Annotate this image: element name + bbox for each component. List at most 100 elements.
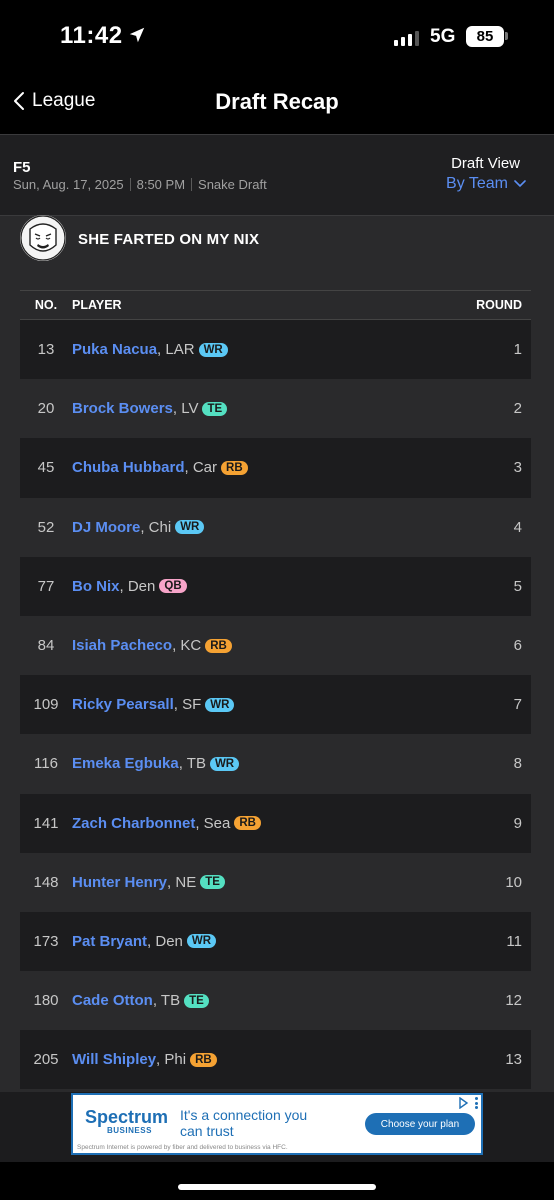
back-button[interactable]: League	[12, 90, 95, 112]
table-row[interactable]: 148 Hunter Henry, NE TE 10	[20, 852, 531, 912]
player-name-link[interactable]: DJ Moore	[72, 519, 140, 536]
draft-recap-panel: SHE FARTED ON MY NIX NO. PLAYER ROUND 13…	[0, 215, 554, 1092]
player-name-link[interactable]: Brock Bowers	[72, 400, 173, 417]
player-name-link[interactable]: Cade Otton	[72, 992, 153, 1009]
player-team: , LAR	[157, 341, 195, 359]
ad-footnote: Spectrum Internet is powered by fiber an…	[77, 1144, 288, 1151]
round-number: 4	[513, 518, 522, 536]
player-cell: Chuba Hubbard, Car RB	[72, 459, 461, 476]
pick-number: 205	[33, 1051, 59, 1069]
table-row[interactable]: 84 Isiah Pacheco, KC RB 6	[20, 615, 531, 676]
round-number: 7	[513, 696, 522, 714]
player-team: , KC	[172, 637, 202, 655]
team-name: SHE FARTED ON MY NIX	[78, 230, 260, 248]
chevron-left-icon	[14, 92, 24, 110]
table-header: NO. PLAYER ROUND	[20, 290, 531, 320]
table-row[interactable]: 52 DJ Moore, Chi WR 4	[20, 497, 531, 557]
location-arrow-icon	[129, 27, 145, 43]
back-label: League	[32, 90, 96, 111]
player-name-link[interactable]: Emeka Egbuka	[72, 755, 179, 772]
round-number: 11	[506, 932, 522, 950]
position-badge: RB	[221, 460, 248, 475]
round-number: 3	[513, 459, 522, 477]
header-player: PLAYER	[72, 298, 122, 312]
divider	[129, 178, 131, 191]
round-number: 6	[513, 637, 522, 655]
player-cell: Hunter Henry, NE TE	[72, 874, 461, 891]
pick-number: 180	[33, 992, 59, 1010]
round-number: 5	[513, 577, 522, 595]
player-team: , Den	[119, 577, 156, 595]
player-name-link[interactable]: Isiah Pacheco	[72, 637, 172, 654]
player-name-link[interactable]: Puka Nacua	[72, 341, 157, 358]
status-time: 11:42	[60, 22, 123, 49]
round-number: 2	[513, 400, 522, 418]
player-name-link[interactable]: Chuba Hubbard	[72, 459, 185, 476]
chevron-down-icon	[514, 180, 526, 188]
player-name-link[interactable]: Bo Nix	[72, 578, 120, 595]
ad-banner[interactable]: Spectrum BUSINESS It's a connection you …	[71, 1093, 483, 1155]
player-cell: Cade Otton, TB TE	[72, 992, 461, 1009]
draft-meta: Sun, Aug. 17, 2025 8:50 PM Snake Draft	[13, 177, 267, 192]
table-row[interactable]: 77 Bo Nix, Den QB 5	[20, 556, 531, 616]
player-name-link[interactable]: Will Shipley	[72, 1051, 156, 1068]
draft-view-dropdown[interactable]: By Team	[446, 175, 526, 193]
signal-icon	[394, 30, 419, 46]
home-indicator[interactable]	[178, 1184, 376, 1190]
position-badge: WR	[175, 520, 205, 535]
player-cell: Isiah Pacheco, KC RB	[72, 637, 461, 654]
position-badge: RB	[234, 816, 261, 831]
table-row[interactable]: 109 Ricky Pearsall, SF WR 7	[20, 675, 531, 735]
table-body: 13 Puka Nacua, LAR WR 1 20 Brock Bowers, LV TE…	[20, 320, 531, 1090]
player-team: , LV	[172, 400, 199, 418]
draft-view-label: Draft View	[451, 155, 520, 172]
player-name-link[interactable]: Zach Charbonnet	[72, 815, 195, 832]
player-cell: Pat Bryant, Den WR	[72, 933, 461, 950]
pick-number: 84	[37, 637, 55, 655]
player-name-link[interactable]: Ricky Pearsall	[72, 696, 174, 713]
table-row[interactable]: 173 Pat Bryant, Den WR 11	[20, 911, 531, 972]
ad-menu-icon[interactable]	[475, 1097, 479, 1109]
player-cell: DJ Moore, Chi WR	[72, 519, 461, 536]
player-name-link[interactable]: Pat Bryant	[72, 933, 147, 950]
player-cell: Puka Nacua, LAR WR	[72, 341, 461, 358]
table-row[interactable]: 13 Puka Nacua, LAR WR 1	[20, 320, 531, 380]
draft-type: Snake Draft	[198, 177, 267, 192]
table-row[interactable]: 205 Will Shipley, Phi RB 13	[20, 1030, 531, 1090]
table-row[interactable]: 45 Chuba Hubbard, Car RB 3	[20, 438, 531, 498]
table-row[interactable]: 116 Emeka Egbuka, TB WR 8	[20, 734, 531, 794]
table-row[interactable]: 180 Cade Otton, TB TE 12	[20, 971, 531, 1031]
team-header: SHE FARTED ON MY NIX	[20, 215, 260, 266]
player-team: , Car	[184, 459, 218, 477]
position-badge: WR	[205, 697, 235, 712]
ad-brand: Spectrum	[85, 1107, 169, 1127]
pick-number: 52	[37, 518, 55, 536]
draft-date: Sun, Aug. 17, 2025	[13, 177, 124, 192]
pick-number: 141	[33, 814, 59, 832]
position-badge: TE	[202, 401, 228, 416]
table-row[interactable]: 20 Brock Bowers, LV TE 2	[20, 379, 531, 439]
player-team: , Chi	[140, 518, 172, 536]
network-label: 5G	[430, 26, 456, 47]
ad-choices-icon[interactable]	[457, 1097, 469, 1109]
round-number: 8	[513, 755, 522, 773]
player-team: , NE	[167, 873, 197, 891]
table-row[interactable]: 141 Zach Charbonnet, Sea RB 9	[20, 793, 531, 853]
team-avatar[interactable]	[20, 215, 66, 261]
position-badge: TE	[184, 993, 209, 1008]
pick-number: 13	[37, 341, 55, 359]
ad-cta-button[interactable]: Choose your plan	[365, 1113, 475, 1135]
position-badge: WR	[186, 934, 217, 949]
player-name-link[interactable]: Hunter Henry	[72, 874, 167, 891]
battery-nub	[505, 32, 508, 40]
round-number: 1	[513, 341, 522, 359]
pick-number: 173	[33, 932, 59, 950]
player-cell: Brock Bowers, LV TE	[72, 400, 461, 417]
ad-tagline: It's a connection you can trust	[180, 1107, 308, 1139]
player-team: , TB	[178, 755, 206, 773]
position-badge: RB	[205, 638, 232, 653]
draft-info-bar: F5 Sun, Aug. 17, 2025 8:50 PM Snake Draf…	[0, 134, 554, 216]
pick-number: 109	[33, 696, 59, 714]
header-round: ROUND	[476, 298, 522, 312]
draft-time: 8:50 PM	[136, 177, 186, 192]
